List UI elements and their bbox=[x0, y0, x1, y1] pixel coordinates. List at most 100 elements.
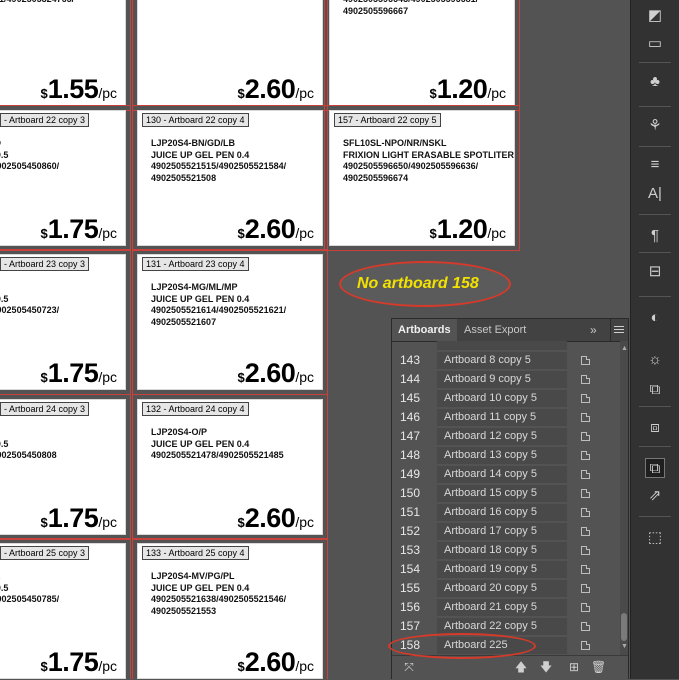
artboard-label[interactable]: 131 - Artboard 23 copy 4 bbox=[142, 257, 249, 271]
artboard-options-icon[interactable] bbox=[581, 356, 590, 365]
artboard-row-number: 143 bbox=[400, 353, 421, 367]
artboard-row[interactable]: 143 Artboard 8 copy 5 bbox=[392, 351, 620, 370]
artboard-options-icon[interactable] bbox=[581, 546, 590, 555]
tab-asset-export[interactable]: Asset Export bbox=[458, 319, 532, 341]
links-icon[interactable]: ⧈ bbox=[645, 418, 665, 438]
artboard-row[interactable]: 151 Artboard 16 copy 5 bbox=[392, 503, 620, 522]
artboard[interactable]: BO-BB/LE/KKBALL PEN 1.02505324741/490250… bbox=[0, 0, 126, 106]
price-amount: 1.75 bbox=[47, 647, 99, 677]
artboard-row-name[interactable]: Artboard 11 copy 5 bbox=[437, 409, 567, 426]
appearance-icon[interactable]: ☼ bbox=[645, 350, 665, 370]
artboard[interactable]: -AG/AL/AOGEL PEN 0.55450891/490250545086… bbox=[0, 110, 126, 246]
artboard-row-name[interactable]: Artboard 14 copy 5 bbox=[437, 466, 567, 483]
artboard-row[interactable]: 154 Artboard 19 copy 5 bbox=[392, 560, 620, 579]
artboard[interactable]: LJP20S4-MV/PG/PL JUICE UP GEL PEN 0.4 4902… bbox=[137, 543, 323, 679]
artboards-panel-icon[interactable]: ⧉ bbox=[645, 458, 665, 478]
artboard[interactable]: -BN/BPGEL PEN 0.55450716/4902505450808$1… bbox=[0, 399, 126, 535]
artboard-row[interactable]: 156 Artboard 21 copy 5 bbox=[392, 598, 620, 617]
artboard-row[interactable]: 145 Artboard 10 copy 5 bbox=[392, 389, 620, 408]
artboard-row-name[interactable]: Artboard 16 copy 5 bbox=[437, 504, 567, 521]
rearrange-icon[interactable]: ⤧ bbox=[402, 660, 416, 674]
artboard-label[interactable]: - Artboard 24 copy 3 bbox=[0, 402, 90, 416]
transform-icon[interactable]: ⧉ bbox=[645, 380, 665, 400]
artboard-label[interactable]: - Artboard 25 copy 3 bbox=[0, 546, 90, 560]
paragraph-styles-icon[interactable]: ≡ bbox=[645, 155, 665, 175]
artboard-row-name[interactable]: Artboard 20 copy 5 bbox=[437, 580, 567, 597]
artboard[interactable]: -CB/CP/DRGEL PEN 0.55450747/490250545078… bbox=[0, 543, 126, 679]
artboard-row-name[interactable]: Artboard 13 copy 5 bbox=[437, 447, 567, 464]
artboard-row[interactable]: 155 Artboard 20 copy 5 bbox=[392, 579, 620, 598]
artboard-label[interactable]: 133 - Artboard 25 copy 4 bbox=[142, 546, 249, 560]
artboard-row[interactable]: 157 Artboard 22 copy 5 bbox=[392, 617, 620, 636]
artboard-row[interactable]: 147 Artboard 12 copy 5 bbox=[392, 427, 620, 446]
tab-artboards[interactable]: Artboards bbox=[392, 319, 457, 341]
panel-scrollbar[interactable]: ▲ ▼ bbox=[620, 341, 628, 655]
artboard-row[interactable]: 149 Artboard 14 copy 5 bbox=[392, 465, 620, 484]
artboard-row-name[interactable]: Artboard 15 copy 5 bbox=[437, 485, 567, 502]
artboard-row-name[interactable]: Artboard 19 copy 5 bbox=[437, 561, 567, 578]
artboard-label[interactable]: 130 - Artboard 22 copy 4 bbox=[142, 113, 249, 127]
transparency-icon[interactable]: ▭ bbox=[645, 34, 665, 54]
artboard-options-icon[interactable] bbox=[581, 375, 590, 384]
artboard[interactable]: LJP20S4-O/P JUICE UP GEL PEN 0.4 490250552… bbox=[137, 399, 323, 535]
artboard-row-name[interactable]: Artboard 9 copy 5 bbox=[437, 371, 567, 388]
artboard-options-icon[interactable] bbox=[581, 527, 590, 536]
artboard-options-icon[interactable] bbox=[581, 603, 590, 612]
artboard-row-name[interactable]: Artboard 18 copy 5 bbox=[437, 542, 567, 559]
artboard-row[interactable]: 153 Artboard 18 copy 5 bbox=[392, 541, 620, 560]
artboard-options-icon[interactable] bbox=[581, 508, 590, 517]
new-artboard-icon[interactable]: ⊞ bbox=[567, 660, 581, 674]
delete-icon[interactable]: 🗑 bbox=[591, 660, 606, 674]
symbols-icon[interactable]: ♣ bbox=[645, 72, 665, 92]
artboard-options-icon[interactable] bbox=[581, 451, 590, 460]
artboard[interactable]: SFL10SL-BG/LB/NOFRIXION LIGHT ERASABLE S… bbox=[329, 0, 515, 106]
artboard-row[interactable]: 152 Artboard 17 copy 5 bbox=[392, 522, 620, 541]
artboard-row-name[interactable]: Artboard 17 copy 5 bbox=[437, 523, 567, 540]
brushes-icon[interactable]: ⚘ bbox=[645, 116, 665, 136]
artboard-row-name[interactable]: Artboard 12 copy 5 bbox=[437, 428, 567, 445]
artboard-options-icon[interactable] bbox=[581, 565, 590, 574]
pathfinder-icon[interactable]: ◐ bbox=[645, 308, 665, 328]
artboard[interactable]: -B/BB/BEGEL PEN 0.55450679/4902505450723… bbox=[0, 254, 126, 390]
artboard-options-icon[interactable] bbox=[581, 394, 590, 403]
scroll-thumb[interactable] bbox=[621, 613, 627, 641]
paragraph-icon[interactable]: ¶ bbox=[645, 226, 665, 246]
product-text-line: JUICE UP GEL PEN 0.4 bbox=[151, 293, 250, 304]
artboard-options-icon[interactable] bbox=[581, 413, 590, 422]
artboard-row[interactable]: 144 Artboard 9 copy 5 bbox=[392, 370, 620, 389]
artboard-label[interactable]: - Artboard 22 copy 3 bbox=[0, 113, 90, 127]
artboard-options-icon[interactable] bbox=[581, 470, 590, 479]
artboard-row-name[interactable]: Artboard 8 copy 5 bbox=[437, 352, 567, 369]
move-up-icon[interactable]: 🡅 bbox=[514, 660, 528, 674]
artboard-options-icon[interactable] bbox=[581, 641, 590, 650]
artboard-label[interactable]: - Artboard 23 copy 3 bbox=[0, 257, 90, 271]
artboard-row[interactable]: 150 Artboard 15 copy 5 bbox=[392, 484, 620, 503]
scroll-up-icon[interactable]: ▲ bbox=[621, 345, 628, 352]
artboard[interactable]: LJP20S4-B/K4902505521461/4902505521430$2… bbox=[137, 0, 323, 106]
panel-collapse-icon[interactable]: » bbox=[584, 319, 603, 341]
artboard-row[interactable]: 148 Artboard 13 copy 5 bbox=[392, 446, 620, 465]
artboard-list[interactable]: 143 Artboard 8 copy 5 144 Artboard 9 copy 5… bbox=[392, 341, 620, 655]
align-icon[interactable]: ⊟ bbox=[645, 262, 665, 282]
gradient-icon[interactable]: ◩ bbox=[645, 6, 665, 26]
export-icon[interactable]: ⇗ bbox=[645, 486, 665, 506]
move-down-icon[interactable]: 🡇 bbox=[539, 660, 553, 674]
panel-menu-icon[interactable] bbox=[614, 326, 624, 333]
toolbar-separator bbox=[639, 296, 671, 297]
image-trace-icon[interactable]: ⬚ bbox=[645, 528, 665, 548]
artboard-options-icon[interactable] bbox=[581, 622, 590, 631]
artboard[interactable]: LJP20S4-MG/ML/MP JUICE UP GEL PEN 0.4 4902… bbox=[137, 254, 323, 390]
artboard-label[interactable]: 132 - Artboard 24 copy 4 bbox=[142, 402, 249, 416]
artboard-row[interactable]: 146 Artboard 11 copy 5 bbox=[392, 408, 620, 427]
artboard-row-number: 152 bbox=[400, 524, 421, 538]
artboard[interactable]: LJP20S4-BN/GD/LB JUICE UP GEL PEN 0.4 4902… bbox=[137, 110, 323, 246]
artboard[interactable]: SFL10SL-NPO/NR/NSKL FRIXION LIGHT ERASABL… bbox=[329, 110, 515, 246]
artboard-row-name[interactable]: Artboard 10 copy 5 bbox=[437, 390, 567, 407]
artboard-options-icon[interactable] bbox=[581, 432, 590, 441]
artboard-row-name[interactable]: Artboard 21 copy 5 bbox=[437, 599, 567, 616]
artboard-options-icon[interactable] bbox=[581, 584, 590, 593]
artboard-label[interactable]: 157 - Artboard 22 copy 5 bbox=[334, 113, 441, 127]
artboard-options-icon[interactable] bbox=[581, 489, 590, 498]
scroll-down-icon[interactable]: ▼ bbox=[621, 643, 628, 650]
character-icon[interactable]: A| bbox=[645, 184, 665, 204]
